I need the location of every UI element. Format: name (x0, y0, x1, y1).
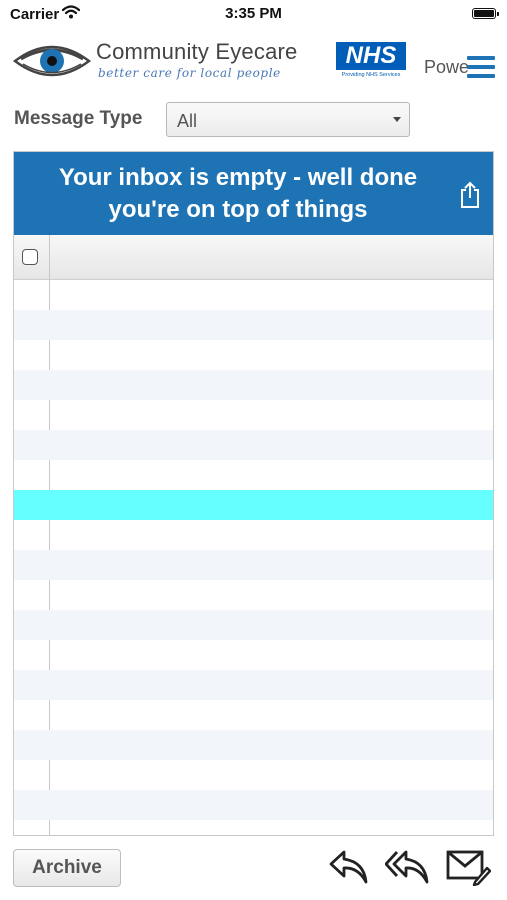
message-type-value: All (177, 111, 198, 131)
compose-icon[interactable] (445, 846, 492, 891)
table-row[interactable] (14, 700, 493, 730)
table-row[interactable] (14, 430, 493, 460)
table-row[interactable] (14, 730, 493, 760)
table-row[interactable] (14, 640, 493, 670)
chevron-down-icon (393, 117, 401, 122)
nhs-logo: NHS (336, 42, 406, 70)
brand-name: Community Eyecare (96, 39, 298, 64)
app-header: Community Eyecare better care for local … (0, 30, 507, 92)
clock: 3:35 PM (225, 5, 282, 22)
table-header (14, 235, 493, 280)
brand-tagline: better care for local people (98, 66, 281, 80)
table-row[interactable] (14, 760, 493, 790)
table-row[interactable] (14, 550, 493, 580)
archive-button[interactable]: Archive (13, 849, 121, 887)
table-row[interactable] (14, 790, 493, 820)
table-row[interactable] (14, 520, 493, 550)
table-row[interactable] (14, 340, 493, 370)
reply-icon[interactable] (328, 846, 370, 891)
reply-all-icon[interactable] (384, 846, 431, 891)
share-icon[interactable] (458, 181, 482, 214)
table-row[interactable] (14, 460, 493, 490)
table-row[interactable] (14, 370, 493, 400)
empty-inbox-message: Your inbox is empty - well done you're o… (58, 164, 418, 223)
status-bar: Carrier 3:35 PM (0, 0, 507, 28)
table-row[interactable] (14, 310, 493, 340)
eye-logo-icon (12, 39, 92, 88)
battery-icon (472, 8, 499, 19)
select-all-checkbox[interactable] (22, 249, 38, 265)
message-type-select[interactable]: All (166, 102, 410, 137)
table-row[interactable] (14, 580, 493, 610)
table-row[interactable] (14, 610, 493, 640)
nhs-logo-subtext: Providing NHS Services (341, 72, 401, 78)
table-row[interactable] (14, 670, 493, 700)
message-list (14, 280, 493, 820)
message-type-label: Message Type (14, 108, 143, 129)
inbox-panel: Your inbox is empty - well done you're o… (13, 151, 494, 836)
table-row[interactable] (14, 400, 493, 430)
table-row[interactable] (14, 490, 493, 520)
powered-by-text: Powe (424, 57, 468, 77)
table-row[interactable] (14, 280, 493, 310)
menu-icon[interactable] (467, 56, 495, 78)
inbox-banner: Your inbox is empty - well done you're o… (14, 152, 493, 235)
